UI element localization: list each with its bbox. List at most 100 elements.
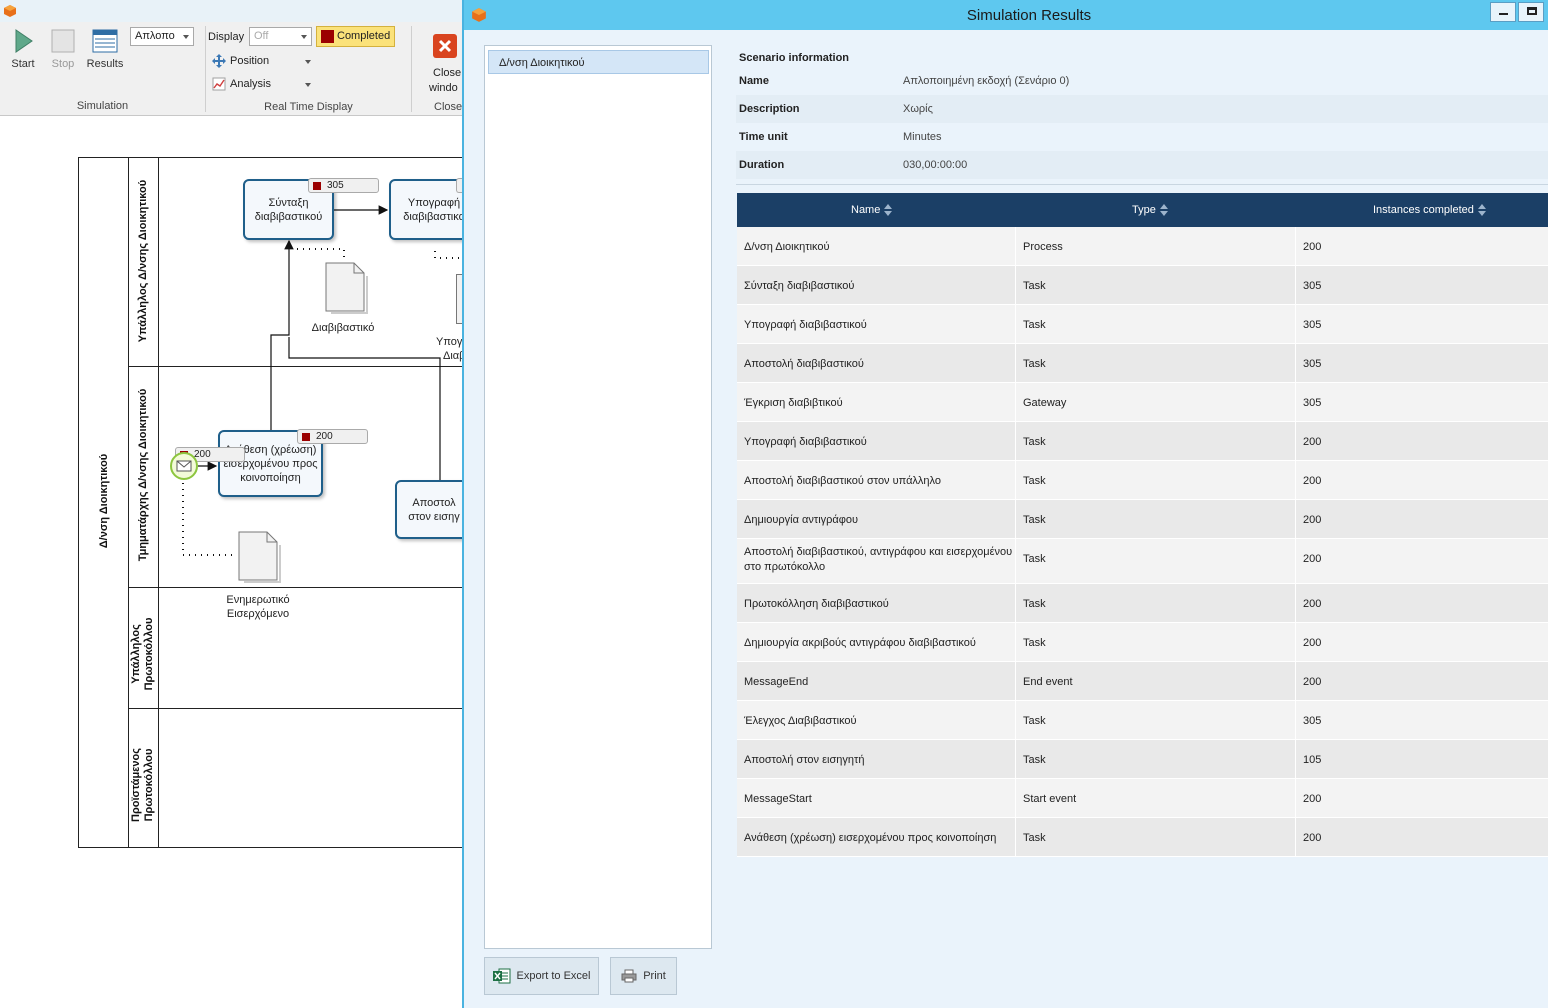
scenario-select-value: Απλοπο [135,30,175,42]
group-close-label: Close [434,101,463,113]
cell-type: Process [1023,241,1063,253]
table-row[interactable]: MessageEnd End event 200 [737,662,1548,701]
cell-count: 200 [1303,553,1322,565]
table-row[interactable]: Δ/νση Διοικητικού Process 200 [737,227,1548,266]
table-row[interactable]: Αποστολή διαβιβαστικού Task 305 [737,344,1548,383]
instance-counter: 305 [308,178,379,193]
results-label: Results [86,58,124,70]
table-row[interactable]: Υπογραφή διαβιβαστικού Task 200 [737,422,1548,461]
stop-button[interactable]: Stop [45,28,81,70]
sort-icon [884,204,893,217]
maximize-icon [1527,7,1537,15]
export-label: Export to Excel [516,970,591,982]
cell-name: Υπογραφή διαβιβαστικού [744,436,867,448]
cell-name: Αποστολή στον εισηγητή [744,754,865,766]
minimize-button[interactable] [1490,2,1516,22]
display-select[interactable]: Off [249,27,312,46]
display-label: Display [208,31,245,43]
column-separator [1015,662,1016,700]
table-row[interactable]: MessageStart Start event 200 [737,779,1548,818]
table-row[interactable]: Ανάθεση (χρέωση) εισερχομένου προς κοινο… [737,818,1548,857]
column-header-instances[interactable]: Instances completed [1373,204,1487,217]
cell-name: Αποστολή διαβιβαστικού [744,358,864,370]
cell-count: 305 [1303,397,1322,409]
column-separator [1295,623,1296,661]
cell-count: 200 [1303,793,1322,805]
table-row[interactable]: Δημιουργία ακριβούς αντιγράφου διαβιβαστ… [737,623,1548,662]
column-separator [1015,539,1016,583]
cell-count: 305 [1303,280,1322,292]
cell-count: 200 [1303,598,1322,610]
maximize-button[interactable] [1518,2,1544,22]
table-row[interactable]: Αποστολή στον εισηγητή Task 105 [737,740,1548,779]
table-row[interactable]: Πρωτοκόλληση διαβιβαστικού Task 200 [737,584,1548,623]
column-separator [1015,740,1016,778]
scenario-row: Time unit Minutes [736,123,1548,151]
table-row[interactable]: Αποστολή διαβιβαστικού στον υπάλληλο Task… [737,461,1548,500]
group-realtime-label: Real Time Display [264,101,353,113]
scenario-row: Name Απλοποιημένη εκδοχή (Σενάριο 0) [736,67,1548,95]
column-separator [1295,539,1296,583]
instance-counter: 200 [297,429,368,444]
cell-type: Task [1023,598,1046,610]
cell-type: Task [1023,715,1046,727]
close-label-2: windo [429,82,458,94]
column-separator [1015,266,1016,304]
column-separator [1295,266,1296,304]
column-separator [1015,500,1016,538]
close-window-button[interactable]: Close windo [428,31,462,101]
table-row[interactable]: Σύνταξη διαβιβαστικού Task 305 [737,266,1548,305]
column-separator [1295,779,1296,817]
column-separator [1015,383,1016,421]
document-label: Διαβιβαστικό [311,322,375,334]
analysis-dropdown[interactable]: Analysis [212,76,316,94]
table-row[interactable]: Υπογραφή διαβιβαστικού Task 305 [737,305,1548,344]
message-start-event-icon[interactable] [169,451,199,481]
export-excel-button[interactable]: Export to Excel [484,957,599,995]
table-row[interactable]: Έγκριση διαβιβτικού Gateway 305 [737,383,1548,422]
section-divider [736,184,1548,185]
column-separator [1295,500,1296,538]
document-icon[interactable] [323,260,369,316]
document-icon[interactable] [237,530,283,586]
app-logo-icon [4,5,16,17]
cell-count: 305 [1303,358,1322,370]
chevron-down-icon [305,60,311,64]
start-button[interactable]: Start [4,28,42,70]
column-separator [1295,584,1296,622]
scenario-select[interactable]: Απλοπο [130,27,194,46]
sort-icon [1159,204,1169,217]
table-row[interactable]: Αποστολή διαβιβαστικού, αντιγράφου και ε… [737,539,1548,584]
task-label: Αποστολ στον εισηγ [408,496,460,523]
column-separator [1015,344,1016,382]
column-header-label: Instances completed [1373,204,1474,216]
counter-value: 200 [316,431,333,442]
cell-type: Task [1023,475,1046,487]
scenario-row: Description Χωρίς [736,95,1548,123]
window-titlebar[interactable]: Simulation Results [464,0,1548,30]
column-separator [1295,305,1296,343]
table-row[interactable]: Έλεγχος Διαβιβαστικού Task 305 [737,701,1548,740]
tree-item-process[interactable]: Δ/νση Διοικητικού [488,50,709,74]
analysis-label: Analysis [230,78,271,90]
completed-toggle[interactable]: Completed [316,26,395,47]
position-label: Position [230,55,270,67]
table-row[interactable]: Δημιουργία αντιγράφου Task 200 [737,500,1548,539]
print-button[interactable]: Print [610,957,677,995]
column-separator [1015,623,1016,661]
cell-count: 200 [1303,637,1322,649]
cell-type: Task [1023,436,1046,448]
column-separator [1015,227,1016,265]
cell-count: 200 [1303,676,1322,688]
stop-icon [50,28,76,54]
play-icon [10,28,36,54]
simulation-results-window: Simulation Results Δ/νση Διοικητικού Exp… [462,0,1548,1008]
results-table-body: Δ/νση Διοικητικού Process 200 Σύνταξη διαβι… [737,227,1548,857]
cell-type: Task [1023,832,1046,844]
column-header-type[interactable]: Type [1132,204,1169,217]
position-dropdown[interactable]: Position [212,53,316,71]
chevron-down-icon [183,35,189,39]
column-header-name[interactable]: Name [851,204,893,217]
column-separator [1015,584,1016,622]
results-button[interactable]: Results [84,28,126,70]
